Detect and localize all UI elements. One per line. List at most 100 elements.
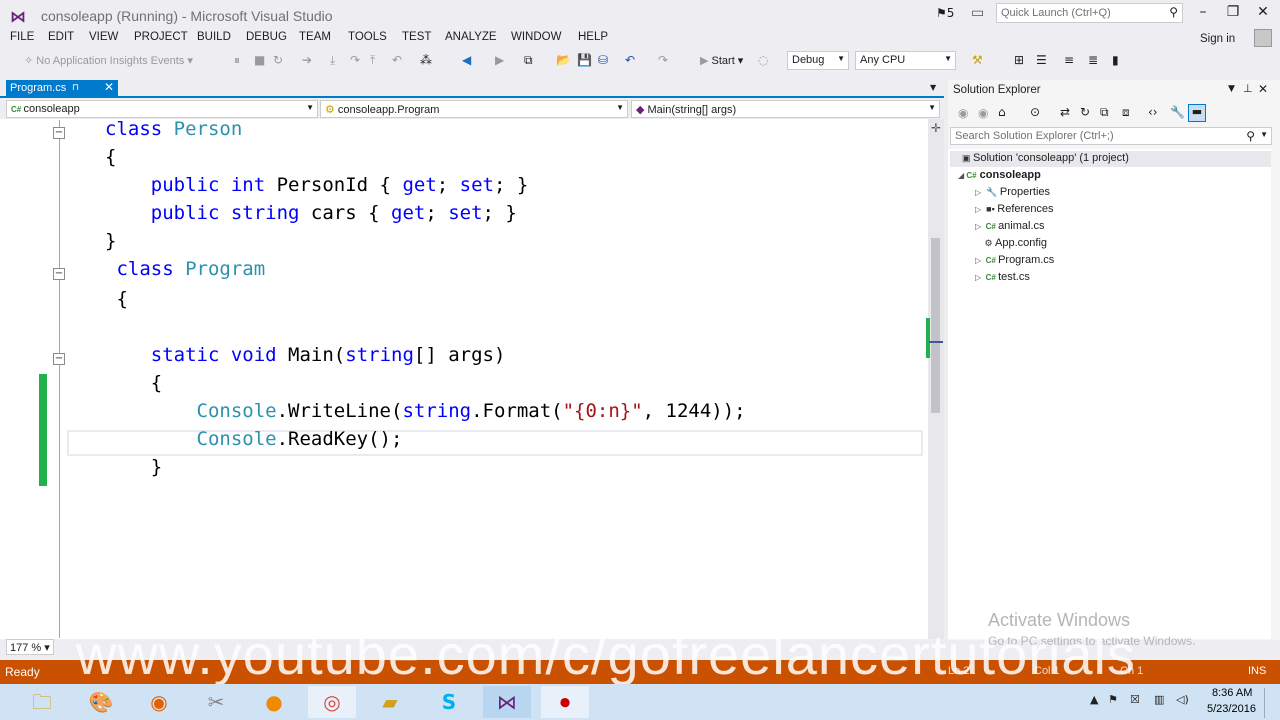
avatar[interactable] (1254, 29, 1272, 47)
navigate-forward-icon[interactable]: ▶ (495, 53, 504, 67)
menu-analyze[interactable]: ANALYZE (445, 31, 497, 43)
restart-icon[interactable]: ↻ (273, 53, 283, 67)
navigate-back-icon[interactable]: ◀ (462, 53, 471, 67)
code-line[interactable]: class Person (105, 118, 242, 140)
volume-icon[interactable]: ◁) (1176, 693, 1189, 706)
visual-studio-taskbar-icon[interactable]: ⋈ (483, 686, 531, 718)
code-line[interactable]: { (105, 288, 127, 310)
show-desktop-button[interactable] (1264, 688, 1280, 718)
bookmark-icon[interactable]: ▮ (1112, 53, 1119, 67)
zoom-level-select[interactable]: 177 % ▾ (6, 639, 54, 655)
menu-window[interactable]: WINDOW (511, 31, 561, 43)
folder-icon[interactable]: ▰ (366, 686, 414, 718)
restore-button[interactable]: ❐ (1218, 4, 1248, 24)
snipping-tool-icon[interactable]: ✂ (192, 686, 240, 718)
menu-project[interactable]: PROJECT (134, 31, 188, 43)
code-line[interactable]: public int PersonId { get; set; } (105, 174, 529, 196)
type-navigation-select[interactable]: ⚙ consoleapp.Program ▼ (320, 100, 628, 118)
pin-icon[interactable]: ⊥ (1243, 82, 1253, 95)
sync-icon[interactable]: ⇄ (1060, 105, 1070, 119)
screen-recorder-icon[interactable]: ⏺ (541, 686, 589, 718)
menu-team[interactable]: TEAM (299, 31, 331, 43)
menu-view[interactable]: VIEW (89, 31, 118, 43)
pin-icon[interactable]: ⊓ (72, 82, 79, 93)
forward-icon[interactable]: ◉ (978, 106, 988, 120)
clock-time[interactable]: 8:36 AM (1212, 687, 1252, 699)
menu-build[interactable]: BUILD (197, 31, 231, 43)
project-navigation-select[interactable]: C# consoleapp ▼ (6, 100, 318, 118)
tree-item[interactable]: ▷ C# Program.cs (975, 254, 1054, 266)
code-line[interactable]: } (105, 230, 116, 252)
paint-icon[interactable]: 🎨 (77, 686, 125, 718)
tree-item-solution[interactable]: ▣ Solution 'consoleapp' (1 project) (962, 152, 1129, 164)
home-icon[interactable]: ⌂ (998, 105, 1006, 119)
stop-icon[interactable]: ■ (254, 53, 265, 67)
solution-explorer-scrollbar[interactable] (1271, 149, 1280, 639)
start-button[interactable]: ▶ Start ▾ (700, 54, 743, 67)
tree-item-project[interactable]: ◢ C# consoleapp (958, 169, 1041, 181)
menu-test[interactable]: TEST (402, 31, 431, 43)
show-all-files-icon[interactable]: ⧈ (1122, 105, 1130, 120)
show-next-statement-icon[interactable]: ➔ (302, 53, 312, 67)
pending-changes-icon[interactable]: ⊙ (1030, 105, 1040, 119)
properties-window-icon[interactable]: ☰ (1036, 53, 1047, 67)
tab-program-cs[interactable]: Program.cs ⊓ ✕ (6, 80, 118, 98)
chrome-icon[interactable]: ◎ (308, 686, 356, 718)
code-line[interactable]: class Program (105, 258, 265, 280)
tree-item[interactable]: ⚙ App.config (975, 237, 1047, 249)
code-line[interactable]: public string cars { get; set; } (105, 202, 517, 224)
view-code-icon[interactable]: ‹› (1148, 105, 1158, 119)
step-out-icon[interactable]: ⤒ (370, 53, 375, 68)
properties-icon[interactable]: 🔧 (1170, 105, 1185, 119)
code-line[interactable]: { (105, 146, 116, 168)
save-all-icon[interactable]: ⛁ (598, 53, 608, 67)
collapse-toggle[interactable]: − (53, 353, 65, 365)
save-icon[interactable]: 💾 (577, 53, 592, 67)
file-explorer-icon[interactable]: 🗀 (18, 686, 66, 718)
pause-icon[interactable]: ⏸ (234, 53, 240, 68)
network-disconnected-icon[interactable]: ☒ (1130, 693, 1140, 706)
clock-date[interactable]: 5/23/2016 (1207, 703, 1256, 715)
show-hidden-icons-icon[interactable]: ▲ (1090, 693, 1098, 706)
close-icon[interactable]: ✕ (1258, 82, 1268, 96)
refresh-icon[interactable]: ↻ (1080, 105, 1090, 119)
code-line[interactable]: } (105, 456, 162, 478)
menu-debug[interactable]: DEBUG (246, 31, 287, 43)
sign-in-link[interactable]: Sign in (1200, 33, 1235, 45)
tree-item[interactable]: ▷ ■▪ References (975, 203, 1054, 215)
attach-icon[interactable]: ◌ (758, 53, 768, 67)
code-line[interactable]: Console.ReadKey(); (105, 428, 403, 450)
hex-display-icon[interactable]: ⁂ (420, 53, 432, 67)
tree-item[interactable]: ▷ C# animal.cs (975, 220, 1045, 232)
platform-select[interactable]: Any CPU ▼ (855, 51, 956, 70)
menu-help[interactable]: HELP (578, 31, 608, 43)
solution-explorer-icon[interactable]: ⊞ (1014, 53, 1024, 67)
notifications-button[interactable]: ⚑5 (936, 6, 954, 20)
tab-overflow-chevron-icon[interactable]: ▼ (930, 83, 936, 92)
open-file-icon[interactable]: 📂 (556, 53, 571, 67)
step-into-icon[interactable]: ⤓ (330, 53, 335, 68)
flag-icon[interactable]: ⚑ (1108, 693, 1118, 706)
collapse-all-icon[interactable]: ⧉ (1100, 105, 1109, 120)
close-window-button[interactable]: ✕ (1248, 4, 1278, 24)
code-line[interactable]: Console.WriteLine(string.Format("{0:n}",… (105, 400, 746, 422)
tree-item[interactable]: ▷ 🔧 Properties (975, 186, 1050, 198)
redo-icon[interactable]: ↷ (658, 53, 668, 67)
undo-icon[interactable]: ↶ (625, 53, 635, 67)
menu-file[interactable]: FILE (10, 31, 34, 43)
member-navigation-select[interactable]: ◆ Main(string[] args) ▼ (631, 100, 940, 118)
code-line[interactable]: { (105, 372, 162, 394)
quick-launch-input[interactable]: Quick Launch (Ctrl+Q) ⚲ (996, 3, 1183, 23)
application-insights-button[interactable]: ✧ No Application Insights Events ▾ (24, 54, 193, 67)
solution-explorer-search-input[interactable]: Search Solution Explorer (Ctrl+;) ⚲ ▼ (950, 127, 1272, 145)
comment-icon[interactable]: ≡ (1064, 53, 1074, 67)
feedback-icon[interactable]: ▭ (971, 5, 984, 21)
scrollbar-thumb[interactable] (931, 238, 940, 413)
split-editor-icon[interactable]: ✛ (928, 121, 944, 135)
find-in-files-icon[interactable]: ⚒ (972, 53, 983, 67)
back-icon[interactable]: ◉ (958, 106, 968, 120)
collapse-toggle[interactable]: − (53, 127, 65, 139)
step-over-icon[interactable]: ↷ (350, 53, 360, 67)
tree-item[interactable]: ▷ C# test.cs (975, 271, 1030, 283)
collapse-toggle[interactable]: − (53, 268, 65, 280)
